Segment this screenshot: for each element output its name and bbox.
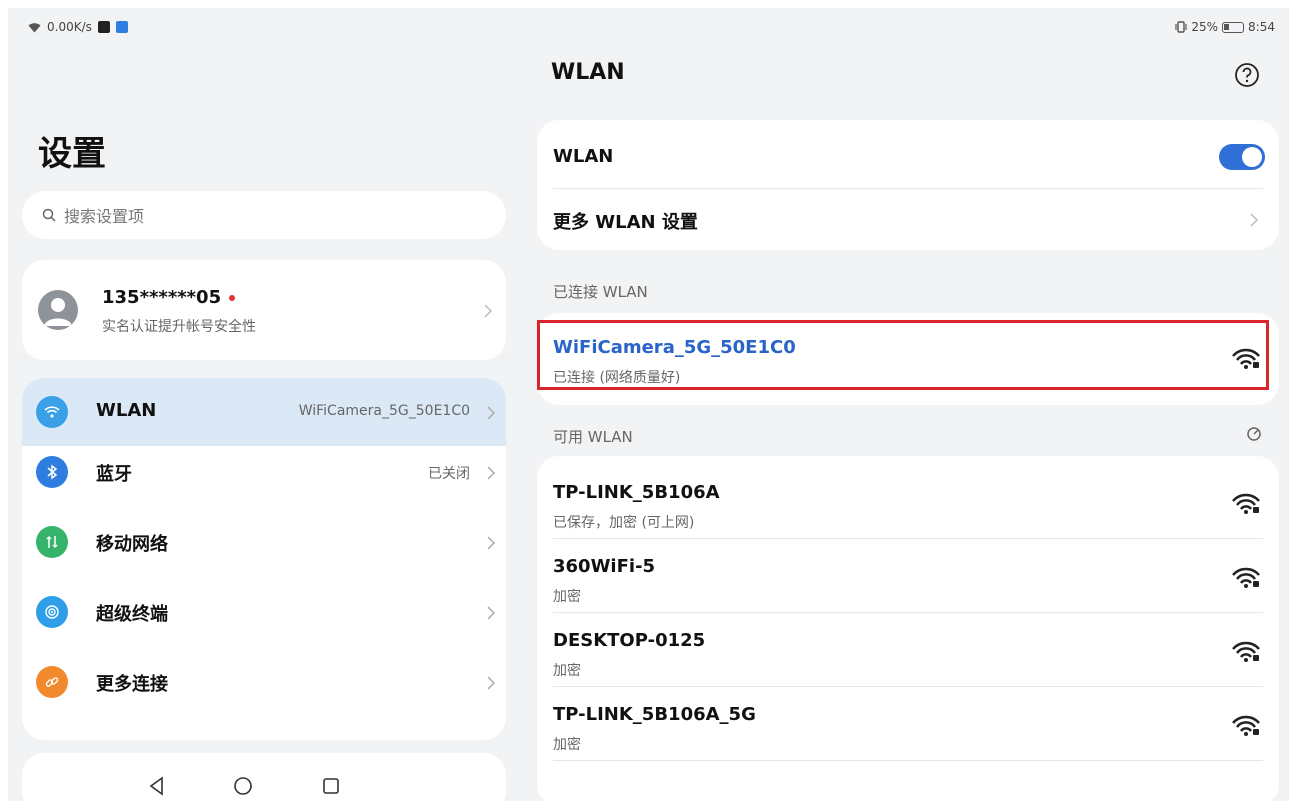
wifi-status-icon — [28, 22, 41, 32]
screen: 0.00K/s 25% 8:54 设置 搜索设置项 135******05 实名… — [8, 8, 1289, 801]
connection-menu: WLAN WiFiCamera_5G_50E1C0 蓝牙 已关闭 移动网络 超级… — [22, 378, 506, 740]
menu-label-super-device: 超级终端 — [96, 604, 168, 625]
menu-item-bluetooth[interactable]: 蓝牙 已关闭 — [22, 456, 506, 524]
battery-icon — [1222, 21, 1245, 33]
menu-item-mobile-network[interactable]: 移动网络 — [22, 526, 506, 594]
app-notification-icon — [115, 21, 128, 33]
notification-dot — [229, 295, 236, 301]
more-wlan-settings[interactable]: 更多 WLAN 设置 — [553, 208, 1233, 234]
divider — [553, 760, 1263, 761]
wifi-signal-icon — [1231, 640, 1261, 664]
recents-icon[interactable] — [320, 775, 342, 797]
menu-item-super-device[interactable]: 超级终端 — [22, 596, 506, 664]
help-icon[interactable] — [1234, 62, 1260, 88]
divider — [553, 612, 1263, 613]
network-status: 已保存，加密 (可上网) — [553, 515, 695, 531]
network-status: 加密 — [553, 663, 581, 679]
menu-label-bluetooth: 蓝牙 — [96, 464, 132, 485]
chevron-right-icon — [486, 605, 496, 620]
divider — [553, 538, 1263, 539]
avatar-person-icon — [44, 298, 72, 326]
network-row[interactable]: 360WiFi-5 加密 — [537, 540, 1279, 606]
super-device-icon — [36, 596, 68, 628]
chevron-right-icon — [483, 303, 493, 318]
navigation-bar — [8, 770, 1289, 801]
mobile-network-icon — [36, 526, 68, 558]
menu-value-bluetooth: 已关闭 — [428, 466, 470, 482]
search-bar[interactable]: 搜索设置项 — [22, 191, 506, 239]
search-placeholder: 搜索设置项 — [64, 207, 145, 226]
chevron-right-icon — [486, 675, 496, 690]
network-status: 加密 — [553, 589, 581, 605]
status-bar-left: 0.00K/s — [28, 20, 128, 34]
divider — [553, 686, 1263, 687]
wifi-signal-icon — [1231, 492, 1261, 516]
menu-item-more-connections[interactable]: 更多连接 — [22, 666, 506, 734]
network-row[interactable]: TP-LINK_5B106A_5G 加密 — [537, 688, 1279, 754]
network-name: 360WiFi-5 — [553, 556, 656, 577]
menu-item-wlan[interactable]: WLAN WiFiCamera_5G_50E1C0 — [22, 378, 506, 446]
avatar — [38, 290, 78, 330]
settings-title: 设置 — [38, 134, 106, 174]
network-status: 加密 — [553, 737, 581, 753]
wifi-signal-icon — [1231, 714, 1261, 738]
wlan-settings-card: WLAN 更多 WLAN 设置 — [537, 120, 1279, 250]
connected-section-label: 已连接 WLAN — [553, 283, 648, 301]
account-subtitle: 实名认证提升帐号安全性 — [102, 319, 256, 335]
wlan-toggle[interactable] — [1219, 144, 1265, 170]
scanning-icon — [1247, 427, 1261, 441]
menu-label-mobile-network: 移动网络 — [96, 534, 168, 555]
menu-label-more-connections: 更多连接 — [96, 674, 168, 695]
available-networks-card: TP-LINK_5B106A 已保存，加密 (可上网) 360WiFi-5 加密… — [537, 456, 1279, 801]
battery-level: 25% — [1191, 20, 1219, 34]
account-card[interactable]: 135******05 实名认证提升帐号安全性 — [22, 260, 506, 360]
search-icon — [42, 208, 56, 222]
network-name: TP-LINK_5B106A — [553, 482, 720, 503]
menu-value-wlan: WiFiCamera_5G_50E1C0 — [298, 403, 470, 419]
home-icon[interactable] — [232, 775, 254, 797]
wifi-signal-icon — [1231, 566, 1261, 590]
network-name: DESKTOP-0125 — [553, 630, 706, 651]
menu-label-wlan: WLAN — [96, 400, 157, 421]
back-icon[interactable] — [146, 775, 168, 797]
network-row[interactable]: TP-LINK_5B106A 已保存，加密 (可上网) — [537, 466, 1279, 532]
toggle-knob — [1242, 147, 1262, 167]
clock: 8:54 — [1248, 20, 1275, 34]
status-bar-right: 25% 8:54 — [1175, 20, 1275, 34]
link-icon — [36, 666, 68, 698]
available-section-label: 可用 WLAN — [553, 428, 633, 446]
wifi-icon — [36, 396, 68, 428]
vibrate-icon — [1175, 21, 1187, 33]
chevron-right-icon — [486, 405, 496, 420]
wlan-page-title: WLAN — [551, 60, 625, 85]
account-phone: 135******05 — [102, 287, 236, 308]
notification-icon — [97, 21, 110, 33]
bluetooth-icon — [36, 456, 68, 488]
highlight-box — [537, 320, 1269, 390]
chevron-right-icon — [486, 535, 496, 550]
network-row[interactable]: DESKTOP-0125 加密 — [537, 614, 1279, 680]
network-name: TP-LINK_5B106A_5G — [553, 704, 756, 725]
divider — [553, 188, 1263, 189]
wlan-toggle-label: WLAN — [553, 146, 614, 167]
chevron-right-icon — [1249, 212, 1259, 227]
network-speed: 0.00K/s — [47, 20, 92, 34]
chevron-right-icon — [486, 465, 496, 480]
